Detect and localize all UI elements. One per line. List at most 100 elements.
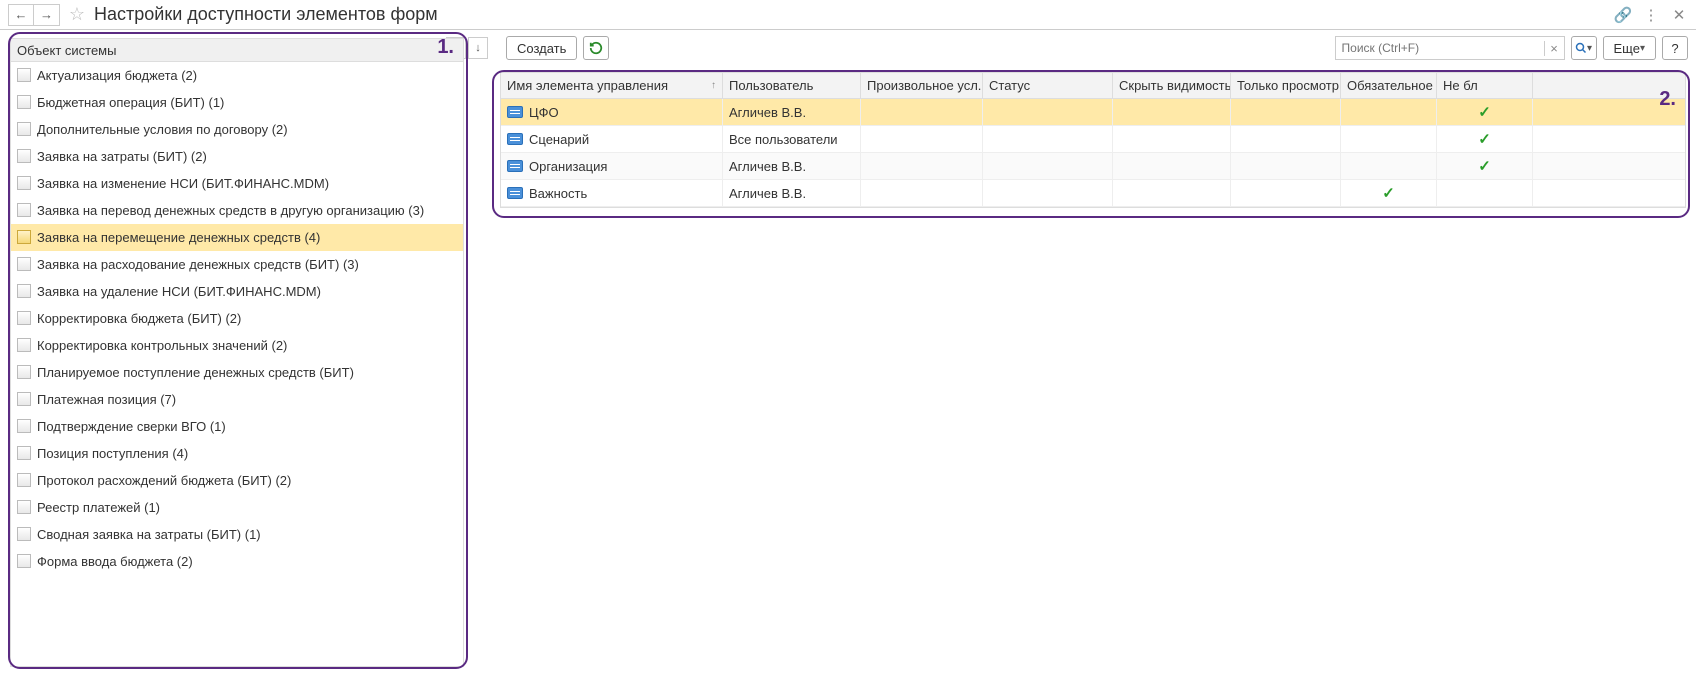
tree-item[interactable]: Позиция поступления (4) [11, 440, 463, 467]
annotation-label-1: 1. [437, 36, 454, 59]
grid-cell [983, 180, 1113, 206]
document-icon [17, 311, 31, 325]
settings-grid: Имя элемента управления↑ Пользователь Пр… [500, 72, 1686, 208]
grid-row[interactable]: ЦФОАгличев В.В.✓ [501, 99, 1685, 126]
tree-item-label: Корректировка бюджета (БИТ) (2) [37, 311, 241, 326]
tree-item[interactable]: Заявка на расходование денежных средств … [11, 251, 463, 278]
favorite-star-icon[interactable]: ☆ [66, 4, 88, 26]
field-icon [507, 160, 523, 172]
document-icon [17, 230, 31, 244]
page-title: Настройки доступности элементов форм [94, 4, 1614, 25]
col-required[interactable]: Обязательное [1341, 73, 1437, 98]
tree-item[interactable]: Заявка на изменение НСИ (БИТ.ФИНАНС.MDM) [11, 170, 463, 197]
document-icon [17, 473, 31, 487]
grid-row[interactable]: СценарийВсе пользователи✓ [501, 126, 1685, 153]
tree-item-label: Актуализация бюджета (2) [37, 68, 197, 83]
grid-cell [1341, 99, 1437, 125]
nav-back-button[interactable]: ← [8, 4, 34, 26]
tree-item[interactable]: Реестр платежей (1) [11, 494, 463, 521]
col-status[interactable]: Статус [983, 73, 1113, 98]
tree-item[interactable]: Планируемое поступление денежных средств… [11, 359, 463, 386]
grid-cell [983, 99, 1113, 125]
grid-cell: Организация [501, 153, 723, 179]
tree-item[interactable]: Дополнительные условия по договору (2) [11, 116, 463, 143]
grid-cell: Агличев В.В. [723, 153, 861, 179]
tree-item[interactable]: Актуализация бюджета (2) [11, 62, 463, 89]
tree-item-label: Бюджетная операция (БИТ) (1) [37, 95, 224, 110]
tree-item[interactable]: Заявка на затраты (БИТ) (2) [11, 143, 463, 170]
search-input[interactable] [1336, 41, 1544, 55]
document-icon [17, 203, 31, 217]
tree-item-label: Протокол расхождений бюджета (БИТ) (2) [37, 473, 291, 488]
tree-item-label: Подтверждение сверки ВГО (1) [37, 419, 226, 434]
grid-cell [1341, 126, 1437, 152]
col-readonly[interactable]: Только просмотр [1231, 73, 1341, 98]
document-icon [17, 68, 31, 82]
tree-item[interactable]: Заявка на перемещение денежных средств (… [11, 224, 463, 251]
grid-cell: Сценарий [501, 126, 723, 152]
magnifier-icon [1575, 42, 1587, 54]
tree-item[interactable]: Заявка на удаление НСИ (БИТ.ФИНАНС.MDM) [11, 278, 463, 305]
document-icon [17, 176, 31, 190]
grid-cell: ✓ [1437, 99, 1533, 125]
checkmark-icon: ✓ [1347, 184, 1430, 202]
tree-item[interactable]: Платежная позиция (7) [11, 386, 463, 413]
grid-cell [1113, 153, 1231, 179]
tree-item-label: Позиция поступления (4) [37, 446, 188, 461]
tree-item-label: Заявка на перевод денежных средств в дру… [37, 203, 424, 218]
grid-cell: ЦФО [501, 99, 723, 125]
tree-item[interactable]: Корректировка бюджета (БИТ) (2) [11, 305, 463, 332]
tree-item[interactable]: Заявка на перевод денежных средств в дру… [11, 197, 463, 224]
document-icon [17, 122, 31, 136]
nav-forward-button[interactable]: → [34, 4, 60, 26]
grid-cell [1113, 99, 1231, 125]
link-icon[interactable]: 🔗 [1614, 6, 1632, 24]
object-tree[interactable]: Актуализация бюджета (2) Бюджетная операц… [10, 62, 464, 667]
kebab-menu-icon[interactable]: ⋮ [1642, 6, 1660, 24]
tree-item[interactable]: Подтверждение сверки ВГО (1) [11, 413, 463, 440]
grid-row[interactable]: ВажностьАгличев В.В.✓ [501, 180, 1685, 207]
close-icon[interactable]: ✕ [1670, 6, 1688, 24]
tree-item-label: Реестр платежей (1) [37, 500, 160, 515]
checkmark-icon: ✓ [1443, 103, 1526, 121]
sort-desc-button[interactable]: ↓ [468, 37, 488, 59]
tree-item-label: Корректировка контрольных значений (2) [37, 338, 287, 353]
help-button[interactable]: ? [1662, 36, 1688, 60]
search-options-button[interactable] [1571, 36, 1597, 60]
tree-item[interactable]: Форма ввода бюджета (2) [11, 548, 463, 575]
document-icon [17, 527, 31, 541]
tree-item[interactable]: Сводная заявка на затраты (БИТ) (1) [11, 521, 463, 548]
refresh-button[interactable] [583, 36, 609, 60]
document-icon [17, 338, 31, 352]
tree-item-label: Заявка на затраты (БИТ) (2) [37, 149, 207, 164]
tree-item-label: Заявка на расходование денежных средств … [37, 257, 359, 272]
create-button[interactable]: Создать [506, 36, 577, 60]
grid-cell [1231, 99, 1341, 125]
tree-item[interactable]: Протокол расхождений бюджета (БИТ) (2) [11, 467, 463, 494]
grid-cell [1231, 153, 1341, 179]
more-button[interactable]: Еще [1603, 36, 1656, 60]
grid-cell [1231, 126, 1341, 152]
tree-column-header[interactable]: Объект системы [10, 38, 464, 62]
grid-cell [983, 126, 1113, 152]
checkmark-icon: ✓ [1443, 157, 1526, 175]
col-condition[interactable]: Произвольное усл... [861, 73, 983, 98]
grid-cell [861, 126, 983, 152]
tree-item-label: Дополнительные условия по договору (2) [37, 122, 288, 137]
tree-item-label: Платежная позиция (7) [37, 392, 176, 407]
col-user[interactable]: Пользователь [723, 73, 861, 98]
col-noblock[interactable]: Не бл [1437, 73, 1533, 98]
grid-cell [861, 180, 983, 206]
search-input-container: × [1335, 36, 1565, 60]
grid-cell: ✓ [1341, 180, 1437, 206]
document-icon [17, 392, 31, 406]
tree-item[interactable]: Бюджетная операция (БИТ) (1) [11, 89, 463, 116]
col-element-name[interactable]: Имя элемента управления↑ [501, 73, 723, 98]
tree-item-label: Заявка на изменение НСИ (БИТ.ФИНАНС.MDM) [37, 176, 329, 191]
search-clear-button[interactable]: × [1544, 41, 1564, 56]
grid-cell: ✓ [1437, 126, 1533, 152]
col-hide-visibility[interactable]: Скрыть видимость [1113, 73, 1231, 98]
grid-cell [983, 153, 1113, 179]
tree-item[interactable]: Корректировка контрольных значений (2) [11, 332, 463, 359]
grid-row[interactable]: ОрганизацияАгличев В.В. ✓ [501, 153, 1685, 180]
